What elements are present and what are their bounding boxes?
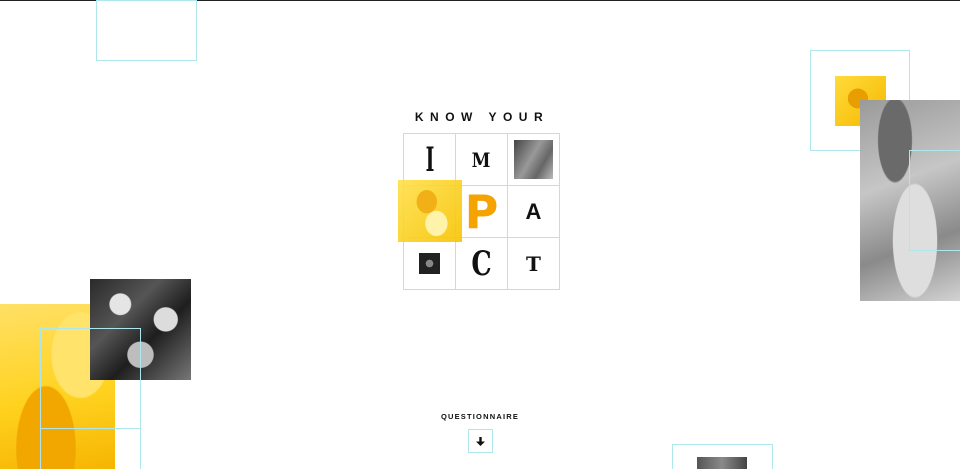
decor-outline-top <box>96 0 197 61</box>
letter-m: M <box>472 147 491 172</box>
grid-cell-photo-1 <box>508 134 560 186</box>
grid-cell-c: C <box>456 238 508 290</box>
decor-outline-left <box>40 328 141 429</box>
grid-cell-i: I <box>404 134 456 186</box>
grid-cell-a: A <box>508 186 560 238</box>
hero-kicker: KNOW YOUR <box>414 110 550 124</box>
letter-a: A <box>525 198 542 224</box>
letter-i: I <box>425 139 434 180</box>
decor-outline-right-overlay <box>909 150 960 251</box>
questionnaire-label[interactable]: QUESTIONNAIRE <box>420 412 540 421</box>
decor-photo-bottom-right <box>697 457 747 469</box>
letter-c: C <box>471 243 492 284</box>
grid-photo-yellow <box>398 180 462 242</box>
letter-t: T <box>526 251 541 276</box>
grid-photo-bottom-left <box>419 253 440 274</box>
decor-outline-left-2 <box>40 428 141 469</box>
grid-cell-p: P <box>456 186 508 238</box>
scroll-down-button[interactable] <box>468 429 493 453</box>
grid-cell-t: T <box>508 238 560 290</box>
grid-cell-photo-2 <box>404 238 456 290</box>
letter-p: P <box>464 184 499 239</box>
grid-photo-top-right <box>514 140 553 179</box>
grid-cell-m: M <box>456 134 508 186</box>
arrow-down-icon <box>476 436 485 446</box>
